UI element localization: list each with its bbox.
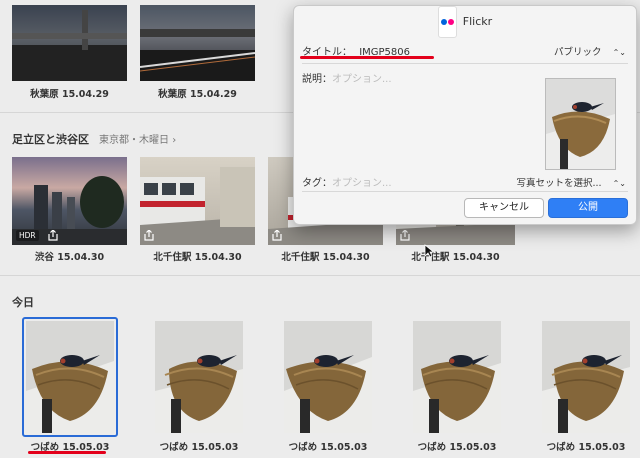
divider [0,275,640,276]
photo-thumbnail[interactable] [155,321,243,433]
photo-thumbnail[interactable] [140,157,255,245]
divider [302,191,628,192]
tags-input[interactable]: オプション... [332,178,392,189]
description-field[interactable]: 説明：オプション... [302,70,392,85]
photo-caption: 秋葉原 15.04.29 [30,89,109,100]
hdr-badge: HDR [16,230,39,241]
flickr-logo-icon [437,6,457,38]
chevron-right-icon: › [172,135,177,146]
photo-thumbnail-selected[interactable] [26,321,114,433]
tags-field[interactable]: タグ：オプション... [302,174,392,189]
updown-chevron-icon: ⌃⌄ [612,179,626,188]
share-icon [272,230,282,241]
photo-thumbnail[interactable]: HDR [12,157,127,245]
tags-label: タグ： [302,178,332,189]
flickr-share-dialog: Flickr タイトル： IMGP5806 パブリック ⌃⌄ 説明：オプション.… [293,5,637,225]
moment-subtitle: 東京都・木曜日 › [99,135,177,146]
photo-thumbnail[interactable] [542,321,630,433]
photo-thumbnail[interactable] [12,5,127,81]
moment-title: 今日 [12,296,34,309]
annotation-underline [28,451,106,454]
photoset-value: 写真セットを選択... [516,178,602,189]
share-icon [400,230,410,241]
updown-chevron-icon: ⌃⌄ [612,48,626,57]
photo-caption: 北千住駅 15.04.30 [411,252,500,263]
privacy-value: パブリック [554,47,602,58]
cancel-button[interactable]: キャンセル [464,198,544,218]
photo-preview [545,78,616,170]
mouse-cursor-icon [424,244,434,258]
privacy-select[interactable]: パブリック ⌃⌄ [554,44,626,58]
photo-caption: 北千住駅 15.04.30 [153,252,242,263]
photo-thumbnail[interactable] [140,5,255,81]
photo-caption: つばめ 15.05.03 [288,442,368,453]
photo-caption: 渋谷 15.04.30 [34,252,105,263]
dialog-titlebar: Flickr [294,6,636,38]
publish-button[interactable]: 公開 [548,198,628,218]
photo-thumbnail[interactable] [284,321,372,433]
photo-caption: つばめ 15.05.03 [159,442,239,453]
dialog-title: Flickr [462,15,493,28]
photo-thumbnail[interactable] [413,321,501,433]
photo-caption: 北千住駅 15.04.30 [281,252,370,263]
moment-header[interactable]: 今日 [12,294,34,310]
description-label: 説明： [302,74,332,85]
share-icon [144,230,154,241]
photo-caption: つばめ 15.05.03 [546,442,626,453]
photo-caption: 秋葉原 15.04.29 [158,89,237,100]
photoset-select[interactable]: 写真セットを選択... ⌃⌄ [517,175,627,189]
photo-caption: つばめ 15.05.03 [417,442,497,453]
moment-title: 足立区と渋谷区 [12,133,89,146]
annotation-underline [300,56,434,59]
description-input[interactable]: オプション... [332,74,392,85]
share-icon [48,230,58,241]
divider [302,63,628,64]
moment-header[interactable]: 足立区と渋谷区 東京都・木曜日 › [12,131,176,147]
